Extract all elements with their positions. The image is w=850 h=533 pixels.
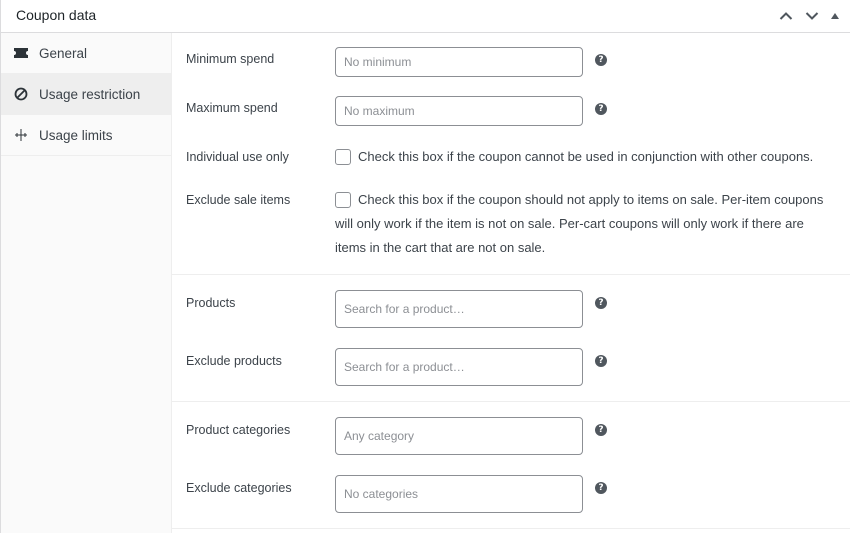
products-label: Products bbox=[186, 296, 236, 310]
individual-use-description: Check this box if the coupon cannot be u… bbox=[358, 149, 814, 164]
products-search-input[interactable] bbox=[335, 290, 583, 328]
coupon-tabs: General Usage restriction Usage limits bbox=[1, 33, 172, 533]
panel-title: Coupon data bbox=[16, 7, 97, 23]
toggle-panel-button[interactable] bbox=[825, 6, 845, 26]
block-icon bbox=[13, 86, 29, 102]
tab-usage-limits[interactable]: Usage limits bbox=[1, 115, 171, 156]
minimum-spend-help-icon[interactable]: ? bbox=[595, 54, 607, 66]
categories-group: Product categories ? Exclude categories … bbox=[172, 402, 850, 529]
coupon-data-panel: Coupon data General Usage restriction Us… bbox=[0, 0, 850, 533]
maximum-spend-input[interactable] bbox=[335, 96, 583, 126]
exclude-categories-help-icon[interactable]: ? bbox=[595, 482, 607, 494]
exclude-products-label: Exclude products bbox=[186, 354, 282, 368]
tab-general[interactable]: General bbox=[1, 33, 171, 74]
exclude-categories-input[interactable] bbox=[335, 475, 583, 513]
chevron-up-icon bbox=[779, 12, 793, 20]
products-group: Products ? Exclude products ? bbox=[172, 275, 850, 402]
exclude-sale-items-description-line-2: will only work if the item is not on sal… bbox=[335, 216, 804, 231]
tab-general-label: General bbox=[39, 45, 88, 61]
exclude-sale-items-label: Exclude sale items bbox=[186, 193, 291, 207]
move-down-button[interactable] bbox=[799, 6, 825, 26]
exclude-categories-label: Exclude categories bbox=[186, 481, 292, 495]
minimum-spend-label: Minimum spend bbox=[186, 52, 275, 66]
limits-icon bbox=[13, 127, 29, 143]
product-categories-input[interactable] bbox=[335, 417, 583, 455]
tab-usage-restriction-label: Usage restriction bbox=[39, 86, 141, 102]
individual-use-label: Individual use only bbox=[186, 150, 289, 164]
move-up-button[interactable] bbox=[773, 6, 799, 26]
product-categories-help-icon[interactable]: ? bbox=[595, 424, 607, 436]
triangle-up-icon bbox=[831, 13, 839, 19]
spend-and-usage-group: Minimum spend ? Maximum spend ? Individu… bbox=[172, 33, 850, 275]
products-help-icon[interactable]: ? bbox=[595, 297, 607, 309]
exclude-sale-items-description-line-3: items in the cart that are not on sale. bbox=[335, 240, 546, 255]
ticket-icon bbox=[13, 45, 29, 61]
chevron-down-icon bbox=[805, 12, 819, 20]
exclude-sale-items-description-line-1: Check this box if the coupon should not … bbox=[358, 192, 824, 207]
maximum-spend-label: Maximum spend bbox=[186, 101, 278, 115]
product-categories-label: Product categories bbox=[186, 423, 291, 437]
panel-header: Coupon data bbox=[1, 0, 850, 33]
exclude-products-search-input[interactable] bbox=[335, 348, 583, 386]
tab-usage-limits-label: Usage limits bbox=[39, 127, 113, 143]
usage-restriction-content: Minimum spend ? Maximum spend ? Individu… bbox=[172, 33, 850, 533]
tab-usage-restriction[interactable]: Usage restriction bbox=[1, 74, 171, 115]
maximum-spend-help-icon[interactable]: ? bbox=[595, 103, 607, 115]
header-actions bbox=[773, 6, 845, 26]
minimum-spend-input[interactable] bbox=[335, 47, 583, 77]
exclude-products-help-icon[interactable]: ? bbox=[595, 355, 607, 367]
